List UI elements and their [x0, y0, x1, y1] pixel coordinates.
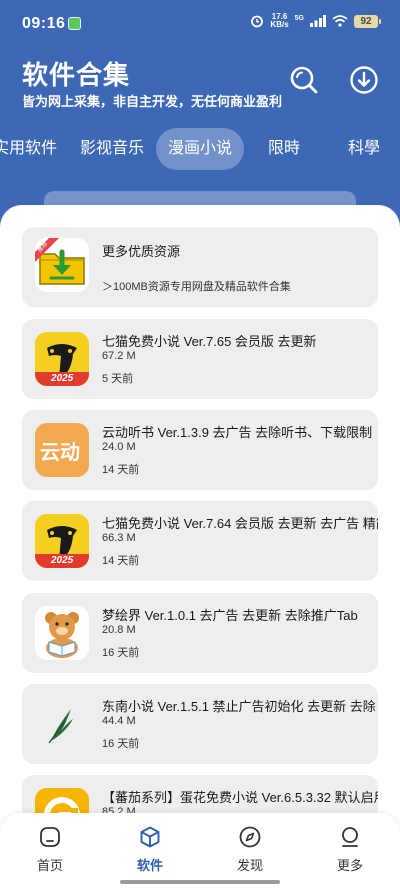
nav-home-label: 首页 [36, 858, 63, 873]
tab-science[interactable]: 科學 [342, 128, 386, 170]
home-icon [40, 827, 60, 847]
nav-more[interactable]: 更多 [320, 825, 380, 874]
status-indicators: 17.6 KB/s 5G 92 [250, 13, 381, 29]
list-item[interactable]: 梦绘界 Ver.1.0.1 去广告 去更新 去除推广Tab 20.8 M 16 … [22, 593, 378, 673]
download-button[interactable] [346, 62, 382, 98]
item-title: 云动听书 Ver.1.3.9 去广告 去除听书、下载限制 [102, 425, 373, 440]
qimao-year-label: 2025 [51, 373, 74, 384]
category-tabs: 实用软件 影视音乐 漫画小说 限時 科學 [0, 128, 400, 172]
item-size: 24.0 M [102, 441, 136, 453]
wifi-icon [332, 15, 348, 27]
yundong-icon-label: 云动 [40, 442, 80, 464]
item-title: 东南小说 Ver.1.5.1 禁止广告初始化 去更新 去除 [102, 699, 376, 714]
network-speed: 17.6 KB/s [270, 13, 288, 29]
item-time: 14 天前 [102, 464, 140, 476]
list-item[interactable]: 东南小说 Ver.1.5.1 禁止广告初始化 去更新 去除 44.4 M 16 … [22, 684, 378, 764]
nav-software[interactable]: 软件 [120, 825, 180, 874]
tab-utility-software[interactable]: 实用软件 [0, 128, 58, 170]
bear-reading-icon [35, 606, 89, 660]
item-title: 七猫免费小说 Ver.7.65 会员版 去更新 [102, 334, 317, 349]
network-speed-unit: KB/s [270, 20, 289, 29]
nav-software-label: 软件 [136, 858, 163, 873]
list-item[interactable]: 2025 七猫免费小说 Ver.7.65 会员版 去更新 67.2 M 5 天前 [22, 319, 378, 399]
promo-subtitle: ＞100MB资源专用网盘及精品软件合集 [102, 281, 291, 293]
page-subtitle: 皆为网上采集，非自主开发，无任何商业盈利 [22, 94, 283, 109]
nav-discover[interactable]: 发现 [220, 825, 280, 874]
content-panel: 推荐 更多优质资源 ＞100MB资源专用网盘及精品软件合集 2025 七猫免费小… [0, 205, 400, 889]
bottom-navigation: 首页 软件 发现 更多 [0, 813, 400, 889]
network-type: 5G [294, 15, 304, 22]
qimao-cat-icon: 2025 [35, 332, 89, 386]
item-title: 【蕃茄系列】蛋花免费小说 Ver.6.5.3.32 默认启用 [102, 790, 378, 805]
item-title: 七猫免费小说 Ver.7.64 会员版 去更新 去广告 精简 [102, 516, 378, 531]
search-button[interactable] [286, 62, 322, 98]
tab-limited[interactable]: 限時 [262, 128, 306, 170]
notification-app-icon [68, 17, 81, 30]
signal-icon [310, 15, 326, 27]
list-item[interactable]: 云动 云动听书 Ver.1.3.9 去广告 去除听书、下载限制 24.0 M 1… [22, 410, 378, 490]
feather-icon [35, 697, 89, 751]
item-time: 16 天前 [102, 738, 140, 750]
item-size: 20.8 M [102, 624, 136, 636]
item-time: 16 天前 [102, 647, 140, 659]
status-bar: 09:16 17.6 KB/s 5G 92 [0, 0, 400, 48]
item-size: 44.4 M [102, 715, 136, 727]
cube-icon [140, 826, 160, 848]
yundong-audiobook-icon: 云动 [35, 423, 89, 477]
download-icon [350, 66, 378, 94]
profile-icon [342, 827, 358, 847]
item-time: 5 天前 [102, 373, 134, 385]
qimao-cat-icon: 2025 [35, 514, 89, 568]
tab-comics-novels[interactable]: 漫画小说 [156, 128, 244, 170]
status-time: 09:16 [22, 15, 66, 32]
compass-icon [239, 826, 261, 848]
home-indicator[interactable] [120, 880, 280, 884]
item-size: 67.2 M [102, 350, 136, 362]
nav-discover-label: 发现 [236, 858, 263, 873]
item-title: 梦绘界 Ver.1.0.1 去广告 去更新 去除推广Tab [102, 608, 358, 623]
item-size: 66.3 M [102, 532, 136, 544]
battery-indicator: 92 [354, 14, 381, 28]
promo-card[interactable]: 推荐 更多优质资源 ＞100MB资源专用网盘及精品软件合集 [22, 227, 378, 307]
page-title: 软件合集 [22, 60, 131, 90]
item-time: 14 天前 [102, 555, 140, 567]
alarm-icon [251, 15, 264, 28]
nav-home[interactable]: 首页 [20, 825, 80, 874]
qimao-year-label: 2025 [51, 555, 74, 566]
list-item[interactable]: 2025 七猫免费小说 Ver.7.64 会员版 去更新 去广告 精简 66.3… [22, 501, 378, 581]
tab-video-music[interactable]: 影视音乐 [74, 128, 150, 170]
folder-download-icon: 推荐 [35, 238, 89, 292]
promo-title: 更多优质资源 [102, 244, 181, 259]
nav-more-label: 更多 [336, 858, 363, 873]
search-icon [290, 66, 318, 94]
